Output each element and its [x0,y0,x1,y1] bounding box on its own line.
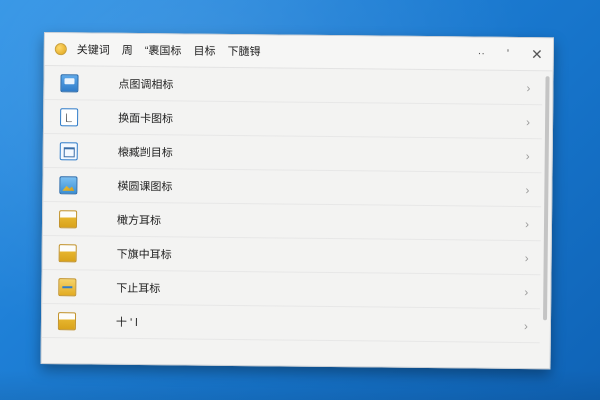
list-item-label: 下止耳标 [116,282,161,295]
maximize-button[interactable]: ' [507,48,509,60]
list-item[interactable]: 下旗中耳标 › [42,235,541,276]
document-icon [60,107,79,126]
chevron-right-icon: › [525,148,530,163]
screen-glare [0,370,600,400]
list-item-label: 下旗中耳标 [116,248,172,261]
yellow-folder-icon [58,209,78,228]
chevron-right-icon: › [524,250,529,265]
list-item[interactable]: 下止耳标 › [42,269,541,310]
chevron-right-icon: › [524,216,530,231]
yellow-folder-icon [58,243,77,262]
list-item[interactable]: 十 ' l › [41,303,541,344]
list-item[interactable]: 榱臧剀目标 › [43,134,542,174]
menu-item-download[interactable]: 下膸锝 [227,43,260,59]
vertical-scrollbar[interactable] [543,76,550,321]
window-controls: ·· ' ✕ [478,45,543,63]
list-item-label: 楧圆课图标 [117,180,173,193]
minimize-button[interactable]: ·· [478,48,485,60]
list-item[interactable]: 换面卡图标 › [43,100,543,140]
menu-bar: 关键词 周 “裹国标 目标 下膸锝 [77,41,261,59]
list-item[interactable]: 橄方耳标 › [42,202,542,242]
chevron-right-icon: › [525,182,530,197]
blue-window-icon [60,73,79,92]
item-list: 点图调相标 › 换面卡图标 › 榱臧剀目标 › 楧圆课图标 › 橄方耳标 › 下… [41,66,543,368]
yellow-folder-icon [57,311,77,330]
yellow-folder-bar-icon [58,277,77,296]
menu-item-icons[interactable]: “裹国标 [145,42,182,58]
menu-item-keywords[interactable]: 关键词 [77,41,110,57]
list-item-label: 换面卡图标 [118,112,174,125]
list-item-label: 十 ' l [115,316,138,329]
app-window: 关键词 周 “裹国标 目标 下膸锝 ·· ' ✕ 点图调相标 › 换面卡图标 ›… [40,32,554,370]
close-button[interactable]: ✕ [531,46,543,63]
chevron-right-icon: › [526,80,531,95]
list-item-label: 榱臧剀目标 [117,146,173,159]
chevron-right-icon: › [524,284,529,299]
app-icon [54,43,67,56]
menu-item-target[interactable]: 目标 [193,43,215,59]
chevron-right-icon: › [526,114,531,129]
title-bar: 关键词 周 “裹国标 目标 下膸锝 ·· ' ✕ [44,33,553,72]
list-item-label: 点图调相标 [118,78,174,91]
image-icon [59,175,78,194]
chevron-right-icon: › [523,318,529,333]
list-item[interactable]: 楧圆课图标 › [43,168,542,208]
list-item[interactable]: 点图调相标 › [44,66,543,106]
list-item-label: 橄方耳标 [116,214,162,227]
menu-item-week[interactable]: 周 [122,42,133,58]
grid-icon [59,141,78,160]
